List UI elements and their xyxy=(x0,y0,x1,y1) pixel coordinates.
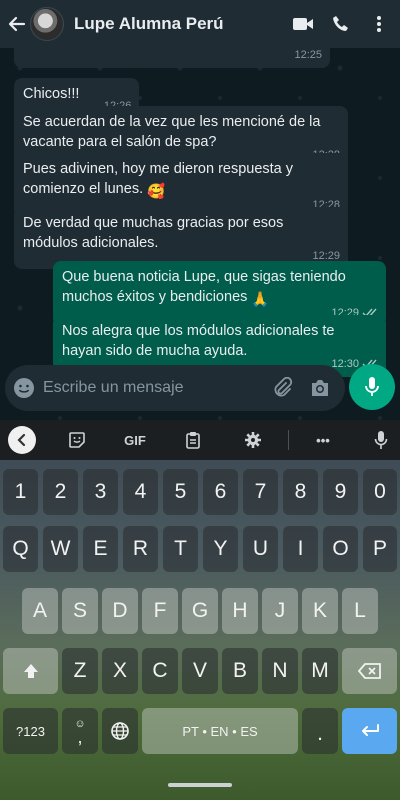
sticker-icon[interactable] xyxy=(64,426,90,454)
enter-key[interactable] xyxy=(342,708,397,754)
praying-hands-emoji: 🙏 xyxy=(251,292,270,308)
key-a[interactable]: A xyxy=(22,588,58,634)
key-d[interactable]: D xyxy=(102,588,138,634)
key-n[interactable]: N xyxy=(262,648,298,694)
message-input[interactable]: Escribe un mensaje xyxy=(5,365,345,411)
camera-icon[interactable] xyxy=(309,378,331,398)
key-y[interactable]: Y xyxy=(203,526,238,572)
key-g[interactable]: G xyxy=(182,588,218,634)
comma-key[interactable]: ☺ , xyxy=(62,708,98,754)
enter-arrow-icon xyxy=(361,724,379,736)
keyboard-toolbar: GIF ••• xyxy=(0,420,400,460)
key-v[interactable]: V xyxy=(182,648,218,694)
symbols-key[interactable]: ?123 xyxy=(3,708,58,754)
more-options-icon[interactable] xyxy=(364,9,394,39)
key-m[interactable]: M xyxy=(302,648,338,694)
microphone-button[interactable] xyxy=(349,364,395,410)
language-key[interactable] xyxy=(102,708,138,754)
emoji-icon[interactable] xyxy=(13,377,35,399)
voice-call-icon[interactable] xyxy=(326,9,356,39)
key-1[interactable]: 1 xyxy=(3,469,38,515)
message-text: Que buena noticia Lupe, que sigas tenien… xyxy=(62,269,346,305)
message-time: 12:25 xyxy=(294,49,322,61)
voice-typing-icon[interactable] xyxy=(368,426,394,454)
keyboard: GIF ••• 1 2 3 4 5 6 7 8 9 0 Q W E R T Y … xyxy=(0,420,400,800)
screen: Lupe Alumna Perú 12:25 Chicos!!! 12:26 S… xyxy=(0,0,400,800)
attach-icon[interactable] xyxy=(271,377,293,399)
gif-button[interactable]: GIF xyxy=(118,426,152,454)
chat-header: Lupe Alumna Perú xyxy=(0,0,400,48)
key-x[interactable]: X xyxy=(102,648,138,694)
space-bar[interactable]: PT • EN • ES xyxy=(142,708,298,754)
key-f[interactable]: F xyxy=(142,588,178,634)
back-arrow-icon[interactable] xyxy=(6,13,28,35)
contact-name[interactable]: Lupe Alumna Perú xyxy=(74,14,280,34)
hide-keyboard-button[interactable] xyxy=(8,426,36,454)
key-0[interactable]: 0 xyxy=(363,469,397,515)
message-text: Nos alegra que los módulos adicionales t… xyxy=(62,323,335,359)
key-k[interactable]: K xyxy=(302,588,338,634)
message-bubble[interactable]: De verdad que muchas gracias por esos mó… xyxy=(14,207,348,269)
toolbar-divider xyxy=(288,430,289,450)
message-text: De verdad que muchas gracias por esos mó… xyxy=(23,215,284,251)
message-text: Se acuerdan de la vez que les mencioné d… xyxy=(23,114,321,150)
key-7[interactable]: 7 xyxy=(243,469,278,515)
key-i[interactable]: I xyxy=(283,526,318,572)
key-e[interactable]: E xyxy=(83,526,118,572)
contact-avatar[interactable] xyxy=(30,7,64,41)
key-p[interactable]: P xyxy=(363,526,397,572)
message-placeholder: Escribe un mensaje xyxy=(43,379,184,396)
key-2[interactable]: 2 xyxy=(43,469,78,515)
key-4[interactable]: 4 xyxy=(123,469,158,515)
key-5[interactable]: 5 xyxy=(163,469,198,515)
backspace-icon xyxy=(357,663,381,679)
period-key[interactable]: . xyxy=(302,708,338,754)
key-h[interactable]: H xyxy=(222,588,258,634)
shift-key[interactable] xyxy=(3,648,58,694)
key-8[interactable]: 8 xyxy=(283,469,318,515)
message-text: Chicos!!! xyxy=(23,86,80,102)
backspace-key[interactable] xyxy=(342,648,397,694)
globe-icon xyxy=(111,722,129,740)
chevron-left-icon xyxy=(17,433,26,447)
key-j[interactable]: J xyxy=(262,588,298,634)
key-c[interactable]: C xyxy=(142,648,178,694)
home-indicator[interactable] xyxy=(168,783,232,787)
video-call-icon[interactable] xyxy=(288,9,318,39)
key-o[interactable]: O xyxy=(323,526,358,572)
shift-arrow-icon xyxy=(23,664,38,678)
clipboard-icon[interactable] xyxy=(180,426,206,454)
microphone-icon xyxy=(365,377,379,396)
key-3[interactable]: 3 xyxy=(83,469,118,515)
key-r[interactable]: R xyxy=(123,526,158,572)
key-t[interactable]: T xyxy=(163,526,198,572)
message-bubble[interactable]: 12:25 xyxy=(14,48,330,68)
key-u[interactable]: U xyxy=(243,526,278,572)
more-toolbar-button[interactable]: ••• xyxy=(308,426,338,454)
settings-gear-icon[interactable] xyxy=(240,426,266,454)
key-w[interactable]: W xyxy=(43,526,78,572)
key-b[interactable]: B xyxy=(222,648,258,694)
smiling-hearts-emoji: 🥰 xyxy=(147,184,166,200)
comma-label: , xyxy=(77,727,83,747)
key-6[interactable]: 6 xyxy=(203,469,238,515)
key-s[interactable]: S xyxy=(62,588,98,634)
key-z[interactable]: Z xyxy=(62,648,98,694)
key-l[interactable]: L xyxy=(342,588,378,634)
key-9[interactable]: 9 xyxy=(323,469,358,515)
key-q[interactable]: Q xyxy=(3,526,38,572)
